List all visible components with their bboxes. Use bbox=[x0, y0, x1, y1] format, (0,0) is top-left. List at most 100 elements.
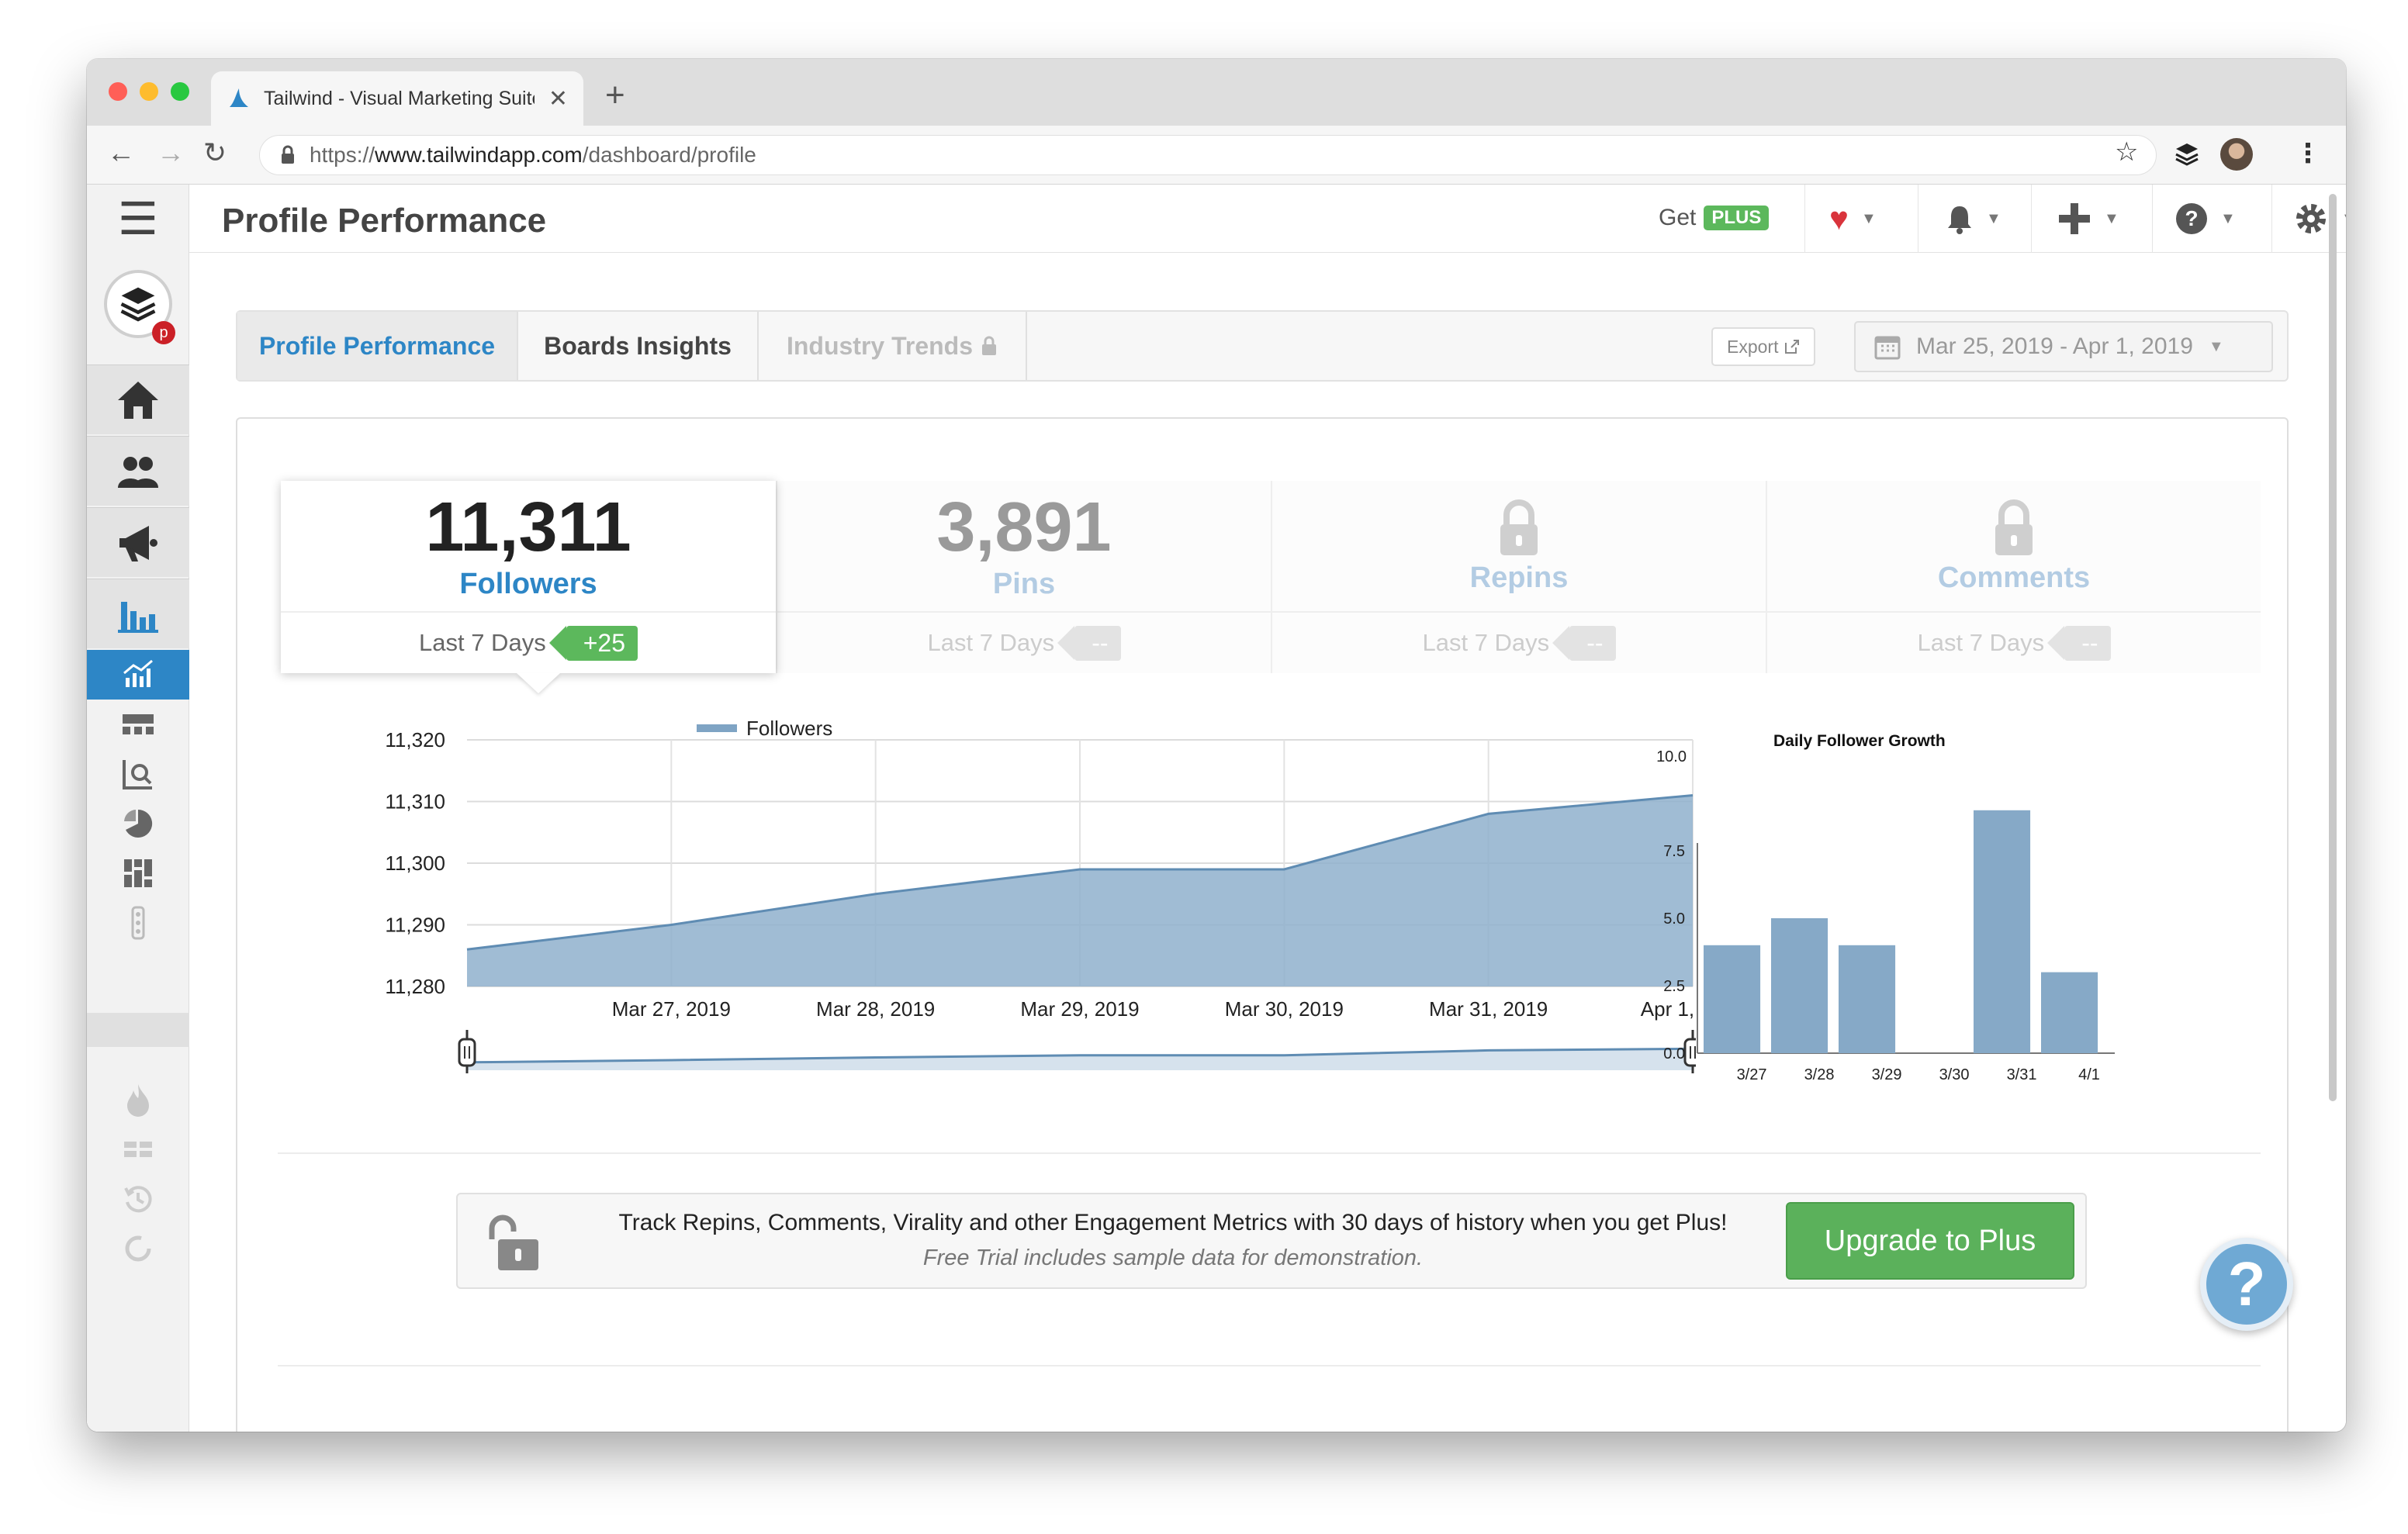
date-range-text: Mar 25, 2019 - Apr 1, 2019 bbox=[1916, 333, 2193, 359]
megaphone-icon bbox=[119, 525, 157, 561]
address-bar[interactable]: https://www.tailwindapp.com/dashboard/pr… bbox=[259, 135, 2157, 175]
close-window-button[interactable] bbox=[109, 82, 127, 101]
sidebar-publisher[interactable] bbox=[87, 507, 189, 577]
followers-delta-badge: +25 bbox=[548, 625, 638, 661]
legend-label: Followers bbox=[746, 717, 832, 740]
sidebar-loop[interactable] bbox=[87, 1224, 189, 1273]
back-icon[interactable]: ← bbox=[107, 136, 135, 169]
upgrade-to-plus-button[interactable]: Upgrade to Plus bbox=[1786, 1202, 2074, 1280]
tab-boards-insights[interactable]: Boards Insights bbox=[518, 312, 759, 380]
navigator-handle bbox=[458, 1038, 476, 1067]
bell-icon bbox=[1948, 206, 1971, 234]
x-axis-ticks: Mar 27, 2019 Mar 28, 2019 Mar 29, 2019 Mar … bbox=[612, 997, 1696, 1021]
export-button[interactable]: Export bbox=[1711, 327, 1816, 366]
sidebar-list[interactable] bbox=[87, 1125, 189, 1174]
sidebar-trending[interactable] bbox=[87, 1075, 189, 1125]
line-chart-icon bbox=[123, 659, 153, 687]
tab-industry-trends[interactable]: Industry Trends bbox=[759, 312, 1027, 380]
export-label: Export bbox=[1727, 336, 1779, 357]
get-plus-button[interactable]: Get PLUS bbox=[1659, 205, 1770, 231]
bar-x-tick-label: 3/31 bbox=[2007, 1066, 2037, 1083]
tab-industry-trends-label: Industry Trends bbox=[786, 331, 974, 360]
y-tick-label: 11,310 bbox=[385, 790, 445, 814]
sidebar-boards[interactable] bbox=[87, 700, 189, 749]
tab-profile-performance[interactable]: Profile Performance bbox=[237, 312, 518, 380]
minimize-window-button[interactable] bbox=[140, 82, 158, 101]
tab-strip: Tailwind - Visual Marketing Suite ✕ + bbox=[87, 59, 2346, 126]
x-tick-label: Mar 30, 2019 bbox=[1225, 997, 1344, 1021]
close-tab-icon[interactable]: ✕ bbox=[548, 85, 568, 112]
period-label: Last 7 Days bbox=[927, 629, 1055, 656]
sidebar-grid[interactable] bbox=[87, 848, 189, 898]
date-range-picker[interactable]: Mar 25, 2019 - Apr 1, 2019 ▼ bbox=[1854, 321, 2273, 372]
tab-title: Tailwind - Visual Marketing Suite bbox=[264, 87, 535, 109]
bar-y-tick-label: 7.5 bbox=[1663, 843, 1685, 860]
home-icon bbox=[118, 381, 158, 419]
browser-toolbar: ← → ↻ https://www.tailwindapp.com/dashbo… bbox=[87, 126, 2346, 185]
sidebar-analytics[interactable] bbox=[87, 579, 189, 648]
help-menu[interactable]: ? ▼ bbox=[2175, 199, 2236, 239]
x-tick-label: Mar 28, 2019 bbox=[816, 997, 935, 1021]
sidebar-traffic[interactable] bbox=[87, 898, 189, 948]
bar-chart-icon bbox=[118, 601, 158, 633]
pins-count: 3,891 bbox=[936, 489, 1112, 566]
buffer-stack-icon bbox=[120, 287, 156, 322]
stat-card-pins[interactable]: 3,891 Pins Last 7 Days -- bbox=[776, 481, 1271, 673]
section-divider bbox=[278, 1152, 2261, 1154]
sidebar-profile-performance[interactable] bbox=[87, 650, 189, 700]
profile-avatar[interactable] bbox=[2220, 138, 2253, 171]
stat-card-comments[interactable]: Comments Last 7 Days -- bbox=[1766, 481, 2261, 673]
new-tab-icon[interactable]: + bbox=[605, 76, 625, 115]
pie-chart-icon bbox=[124, 809, 153, 838]
lock-icon bbox=[982, 336, 997, 355]
followers-label: Followers bbox=[459, 568, 597, 600]
stat-card-repins[interactable]: Repins Last 7 Days -- bbox=[1271, 481, 1766, 673]
forward-icon[interactable]: → bbox=[157, 136, 185, 169]
comments-label: Comments bbox=[1937, 561, 2091, 594]
zoom-window-button[interactable] bbox=[171, 82, 189, 101]
header-separator bbox=[2152, 185, 2153, 253]
sidebar-pie-chart[interactable] bbox=[87, 799, 189, 848]
plus-badge: PLUS bbox=[1704, 206, 1770, 230]
lock-icon bbox=[282, 145, 294, 164]
bar-y-tick-label: 0.0 bbox=[1663, 1045, 1685, 1062]
sidebar-home[interactable] bbox=[87, 364, 189, 434]
hamburger-menu-icon[interactable]: ☰ bbox=[87, 185, 189, 253]
svg-text:?: ? bbox=[2185, 206, 2198, 230]
stat-card-followers[interactable]: 11,311 Followers Last 7 Days +25 bbox=[281, 481, 776, 693]
magnifier-chart-icon bbox=[123, 760, 152, 789]
active-card-pointer bbox=[517, 673, 560, 693]
bar bbox=[1839, 945, 1896, 1053]
external-link-icon bbox=[1785, 340, 1800, 354]
header-separator bbox=[1804, 185, 1805, 253]
chevron-down-icon: ▼ bbox=[1860, 209, 1877, 227]
notifications-menu[interactable]: ▼ bbox=[1946, 199, 2001, 239]
followers-area-chart[interactable]: 11,280 11,290 11,300 11,310 11,320 Mar 27, 2… bbox=[315, 713, 1696, 1101]
settings-menu[interactable]: ▼ bbox=[2293, 199, 2346, 239]
page-scrollbar[interactable] bbox=[2329, 194, 2337, 1101]
help-chat-button[interactable]: ? bbox=[2200, 1238, 2293, 1331]
unlocked-padlock-icon bbox=[489, 1214, 538, 1270]
performance-panel: 11,311 Followers Last 7 Days +25 3,891 P… bbox=[236, 417, 2289, 1432]
sidebar-history[interactable] bbox=[87, 1174, 189, 1224]
sidebar-pin-inspector[interactable] bbox=[87, 749, 189, 799]
pins-label: Pins bbox=[992, 568, 1056, 600]
bar bbox=[2041, 972, 2098, 1053]
flame-icon bbox=[127, 1084, 149, 1117]
browser-tab[interactable]: Tailwind - Visual Marketing Suite ✕ bbox=[211, 71, 583, 126]
favorites-menu[interactable]: ♥ ▼ bbox=[1829, 199, 1877, 239]
upgrade-banner: Track Repins, Comments, Virality and oth… bbox=[456, 1193, 2087, 1289]
pins-footer: Last 7 Days -- bbox=[777, 611, 1271, 673]
y-tick-label: 11,300 bbox=[385, 852, 445, 875]
sidebar-audience[interactable] bbox=[87, 436, 189, 506]
gear-icon bbox=[2296, 204, 2326, 233]
range-navigator[interactable] bbox=[458, 1030, 1696, 1073]
reload-icon[interactable]: ↻ bbox=[203, 136, 227, 169]
buffer-extension-icon[interactable] bbox=[2174, 141, 2200, 168]
more-menu-icon[interactable]: ⋮ bbox=[2295, 138, 2321, 169]
create-menu[interactable]: ▼ bbox=[2057, 199, 2119, 239]
daily-growth-bar-chart[interactable]: Daily Follower Growth 10.0 0.02.55.07.5 … bbox=[1649, 729, 2130, 1101]
pins-delta-badge: -- bbox=[1057, 625, 1121, 661]
bookmark-star-icon[interactable]: ☆ bbox=[2115, 136, 2138, 168]
help-icon: ? bbox=[2176, 203, 2207, 234]
